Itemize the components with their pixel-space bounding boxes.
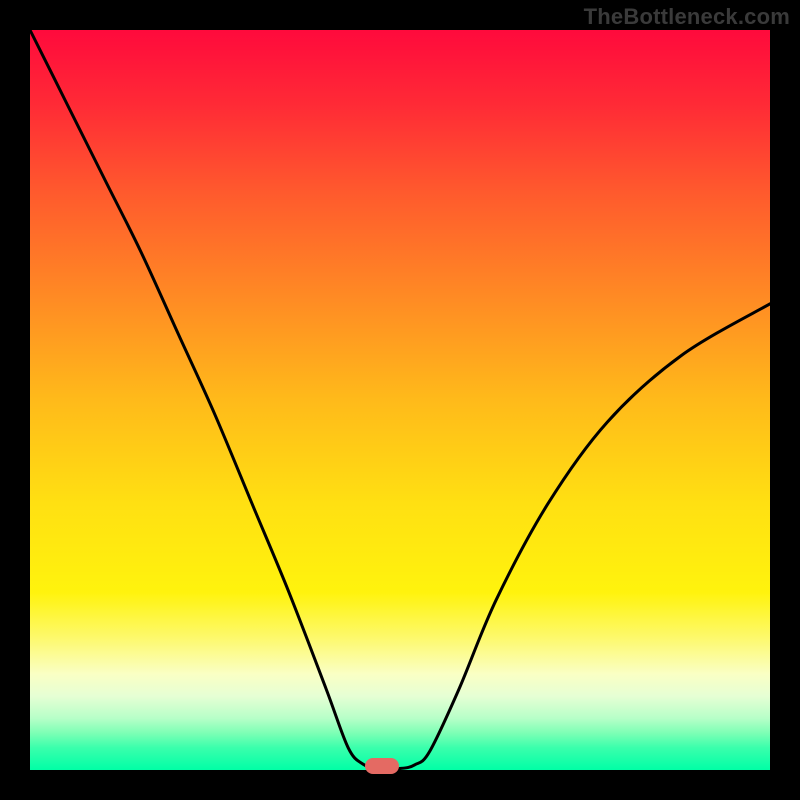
chart-frame: TheBottleneck.com xyxy=(0,0,800,800)
curve-path xyxy=(30,30,770,769)
bottleneck-curve xyxy=(30,30,770,770)
optimum-marker xyxy=(365,758,399,774)
watermark-text: TheBottleneck.com xyxy=(584,4,790,30)
plot-area xyxy=(30,30,770,770)
